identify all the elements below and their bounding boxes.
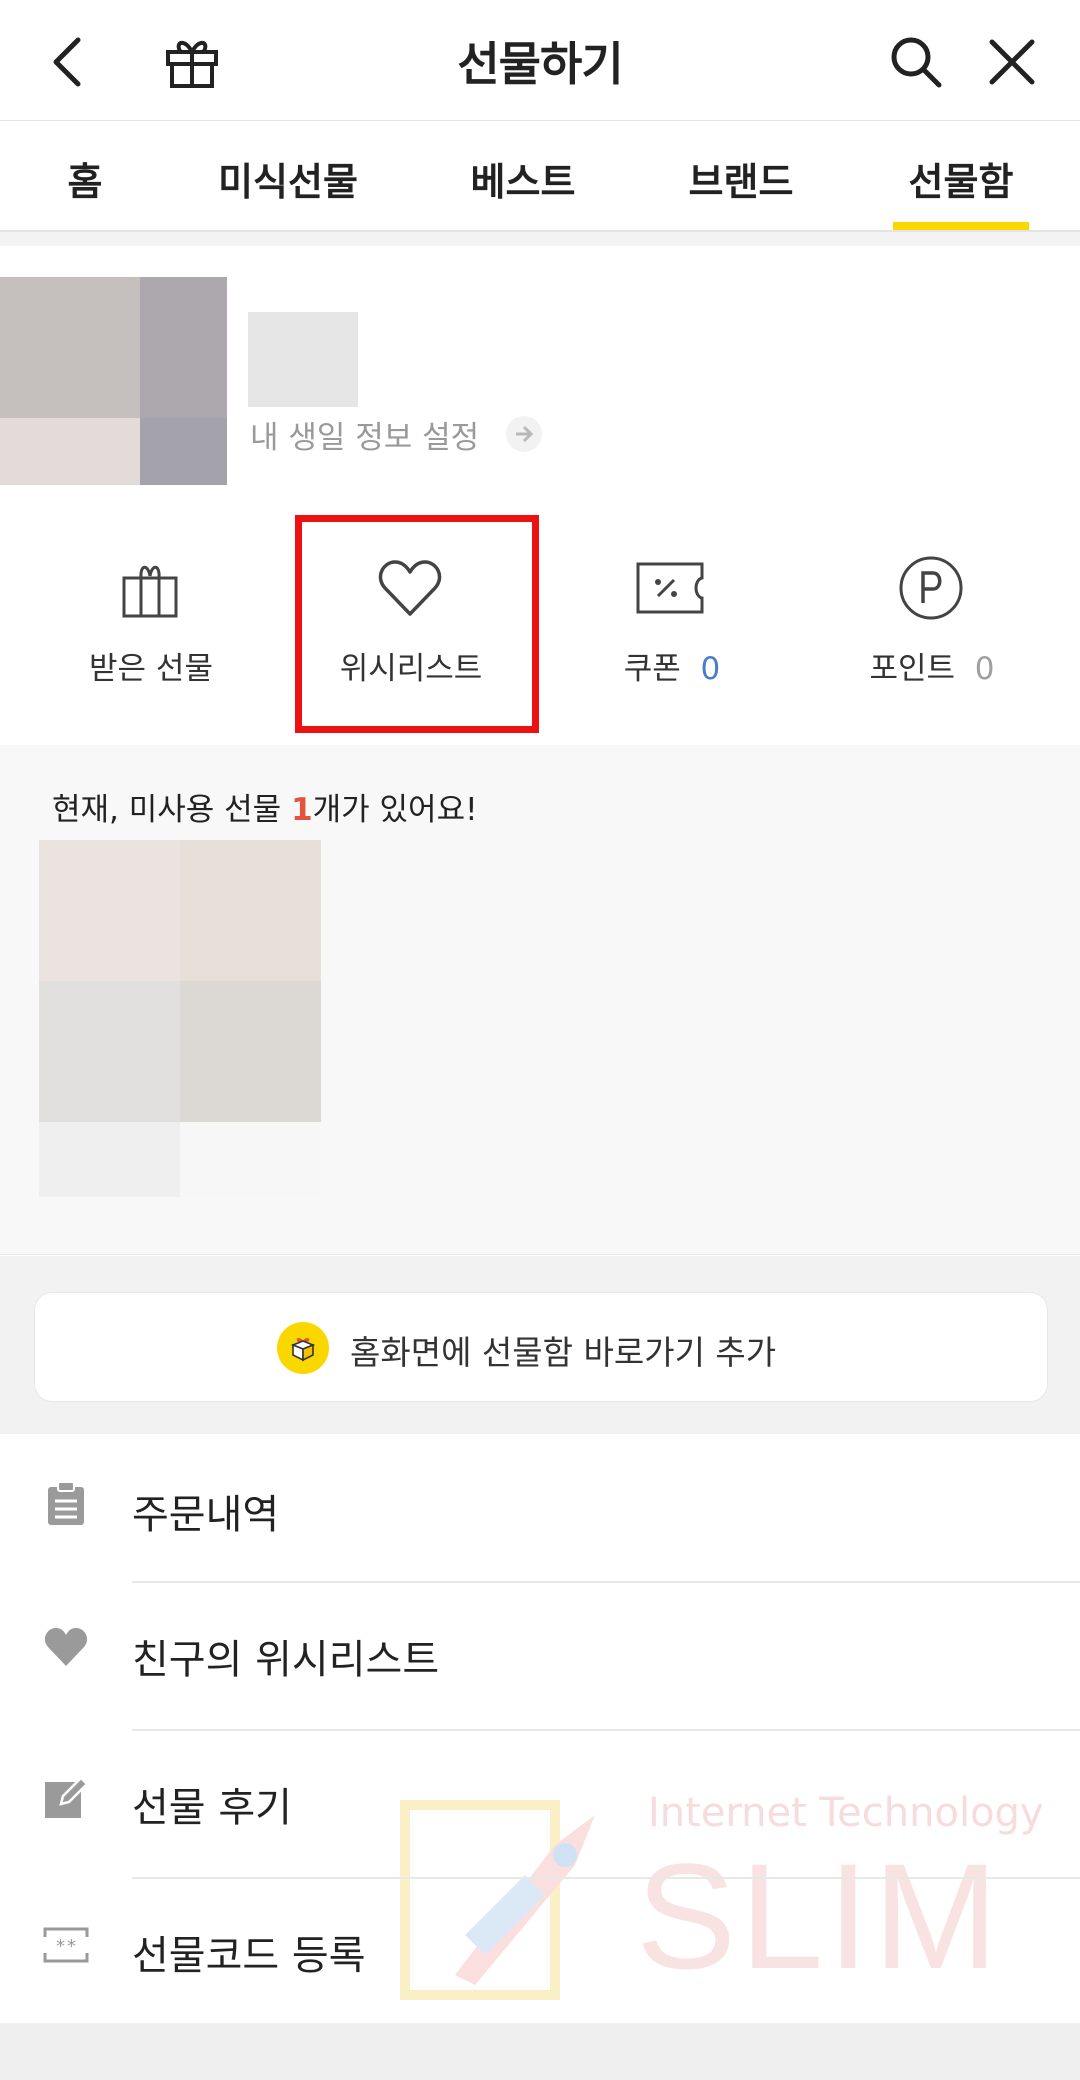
coupon-count: 0 xyxy=(700,651,721,687)
tab-best[interactable]: 베스트 xyxy=(471,151,576,206)
profile-image[interactable] xyxy=(0,277,227,485)
gift-shortcut-icon xyxy=(277,1322,329,1374)
unused-gift-thumbnail[interactable] xyxy=(39,840,321,1197)
top-bar: 선물하기 xyxy=(0,0,1080,121)
bottom-section-divider xyxy=(0,2023,1080,2080)
received-gifts-label[interactable]: 받은 선물 xyxy=(89,643,213,688)
tab-gift-box[interactable]: 선물함 xyxy=(909,151,1014,206)
point-text: 포인트 xyxy=(869,651,956,687)
tab-brand[interactable]: 브랜드 xyxy=(689,151,794,206)
section-divider xyxy=(0,232,1080,246)
code-icon: ** xyxy=(40,1919,92,1971)
birthday-settings-link[interactable]: 내 생일 정보 설정 xyxy=(250,412,479,457)
unused-gift-suffix: 개가 있어요! xyxy=(312,792,478,828)
list-item-order-history[interactable]: 주문내역 xyxy=(0,1434,1080,1581)
unused-gift-count: 1 xyxy=(291,792,313,828)
coupon-text: 쿠폰 xyxy=(623,651,681,687)
gift-review-label: 선물 후기 xyxy=(132,1785,292,1831)
list-item-friend-wishlist[interactable]: 친구의 위시리스트 xyxy=(0,1583,1080,1730)
search-icon[interactable] xyxy=(876,22,956,102)
profile-name-placeholder xyxy=(248,312,358,407)
order-history-label: 주문내역 xyxy=(132,1492,280,1538)
close-icon[interactable] xyxy=(972,22,1052,102)
tab-bar: 홈 미식선물 베스트 브랜드 선물함 xyxy=(0,121,1080,232)
gift-code-label: 선물코드 등록 xyxy=(132,1933,366,1979)
heart-filled-icon xyxy=(40,1621,92,1673)
unused-gift-prefix: 현재, 미사용 선물 xyxy=(52,792,292,828)
point-label[interactable]: 포인트 0 xyxy=(869,643,994,688)
list-item-gift-code[interactable]: ** 선물코드 등록 xyxy=(0,1879,1080,2026)
arrow-right-icon[interactable] xyxy=(506,416,542,452)
coupon-icon[interactable] xyxy=(630,548,710,628)
tab-gourmet-gift[interactable]: 미식선물 xyxy=(218,151,358,206)
add-home-shortcut-label[interactable]: 홈화면에 선물함 바로가기 추가 xyxy=(350,1326,776,1374)
point-count: 0 xyxy=(974,651,995,687)
clipboard-icon xyxy=(40,1478,92,1530)
unused-gift-message: 현재, 미사용 선물 1개가 있어요! xyxy=(52,784,478,829)
gift-box-icon[interactable] xyxy=(110,548,190,628)
edit-icon xyxy=(40,1771,92,1823)
list-item-gift-review[interactable]: 선물 후기 xyxy=(0,1731,1080,1878)
point-icon[interactable] xyxy=(891,548,971,628)
active-tab-indicator xyxy=(893,222,1029,230)
svg-text:**: ** xyxy=(55,1936,77,1957)
friend-wishlist-label: 친구의 위시리스트 xyxy=(132,1637,440,1683)
wishlist-highlight-box xyxy=(295,515,539,733)
tab-home[interactable]: 홈 xyxy=(68,151,103,206)
coupon-label[interactable]: 쿠폰 0 xyxy=(624,643,721,688)
